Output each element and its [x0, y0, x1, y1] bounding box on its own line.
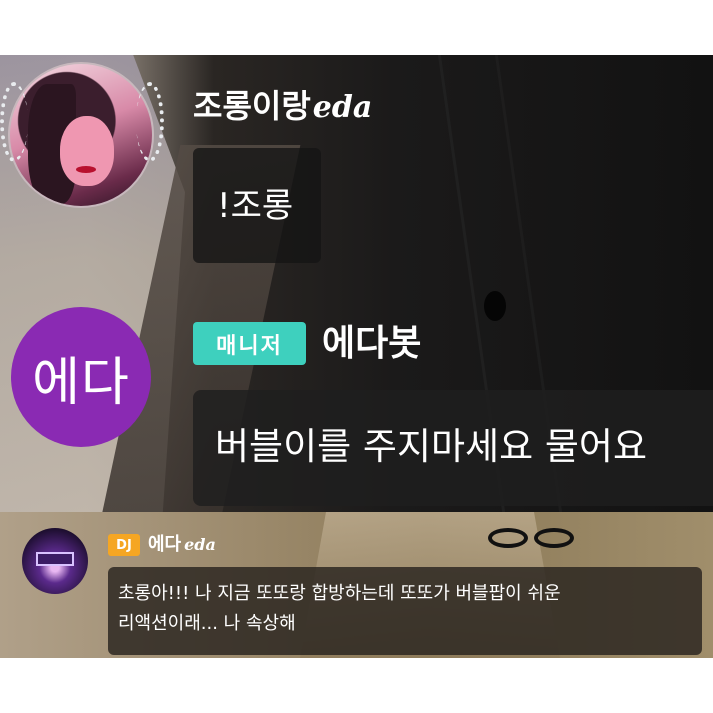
dj-avatar[interactable] [22, 528, 88, 594]
bot-avatar-text: 에다 [32, 353, 130, 412]
bot-avatar[interactable]: 에다 [11, 307, 151, 447]
dj-avatar-art [36, 552, 74, 566]
manager-badge: 매니저 [193, 322, 306, 365]
background-art [488, 520, 578, 560]
chat-message-bubble[interactable]: 버블이를 주지마세요 물어요 [193, 390, 713, 506]
dj-badge-label: DJ [116, 537, 132, 553]
chat-message-text: 초롱아!!! 나 지금 또또랑 합방하는데 또또가 버블팝이 쉬운 리액션이래.… [118, 583, 561, 634]
sender-name[interactable]: 조롱이랑eda [193, 88, 372, 126]
wreath-decoration [0, 82, 28, 162]
dj-name-text: 에다 [148, 534, 182, 555]
background-art [484, 291, 506, 321]
bow-loop [488, 528, 528, 548]
chat-message-bubble[interactable]: !조롱 [193, 148, 321, 263]
dj-name-script: eda [184, 535, 216, 554]
sender-avatar[interactable] [8, 62, 154, 208]
bow-loop [534, 528, 574, 548]
sender-name-text: 조롱이랑 [193, 87, 311, 125]
manager-badge-label: 매니저 [216, 333, 283, 359]
bottom-chat-panel: DJ 에다 eda 초롱아!!! 나 지금 또또랑 합방하는데 또또가 버블팝이 … [0, 512, 713, 658]
top-chat-panel: 조롱이랑eda !조롱 에다 매니저 에다봇 버블이를 주지마세요 물어요 [0, 55, 713, 512]
chat-message-text: 버블이를 주지마세요 물어요 [215, 425, 648, 468]
chat-message-text: !조롱 [217, 186, 294, 226]
dj-badge: DJ [108, 534, 140, 556]
wreath-decoration [136, 82, 164, 162]
sender-name-script: eda [312, 90, 373, 125]
dj-name[interactable]: 에다 eda [148, 533, 216, 557]
screenshot-canvas: 조롱이랑eda !조롱 에다 매니저 에다봇 버블이를 주지마세요 물어요 DJ [0, 0, 713, 713]
avatar-lip [76, 166, 96, 173]
avatar-face [60, 116, 114, 186]
chat-message-bubble[interactable]: 초롱아!!! 나 지금 또또랑 합방하는데 또또가 버블팝이 쉬운 리액션이래.… [108, 567, 702, 655]
bot-name[interactable]: 에다봇 [322, 322, 421, 366]
